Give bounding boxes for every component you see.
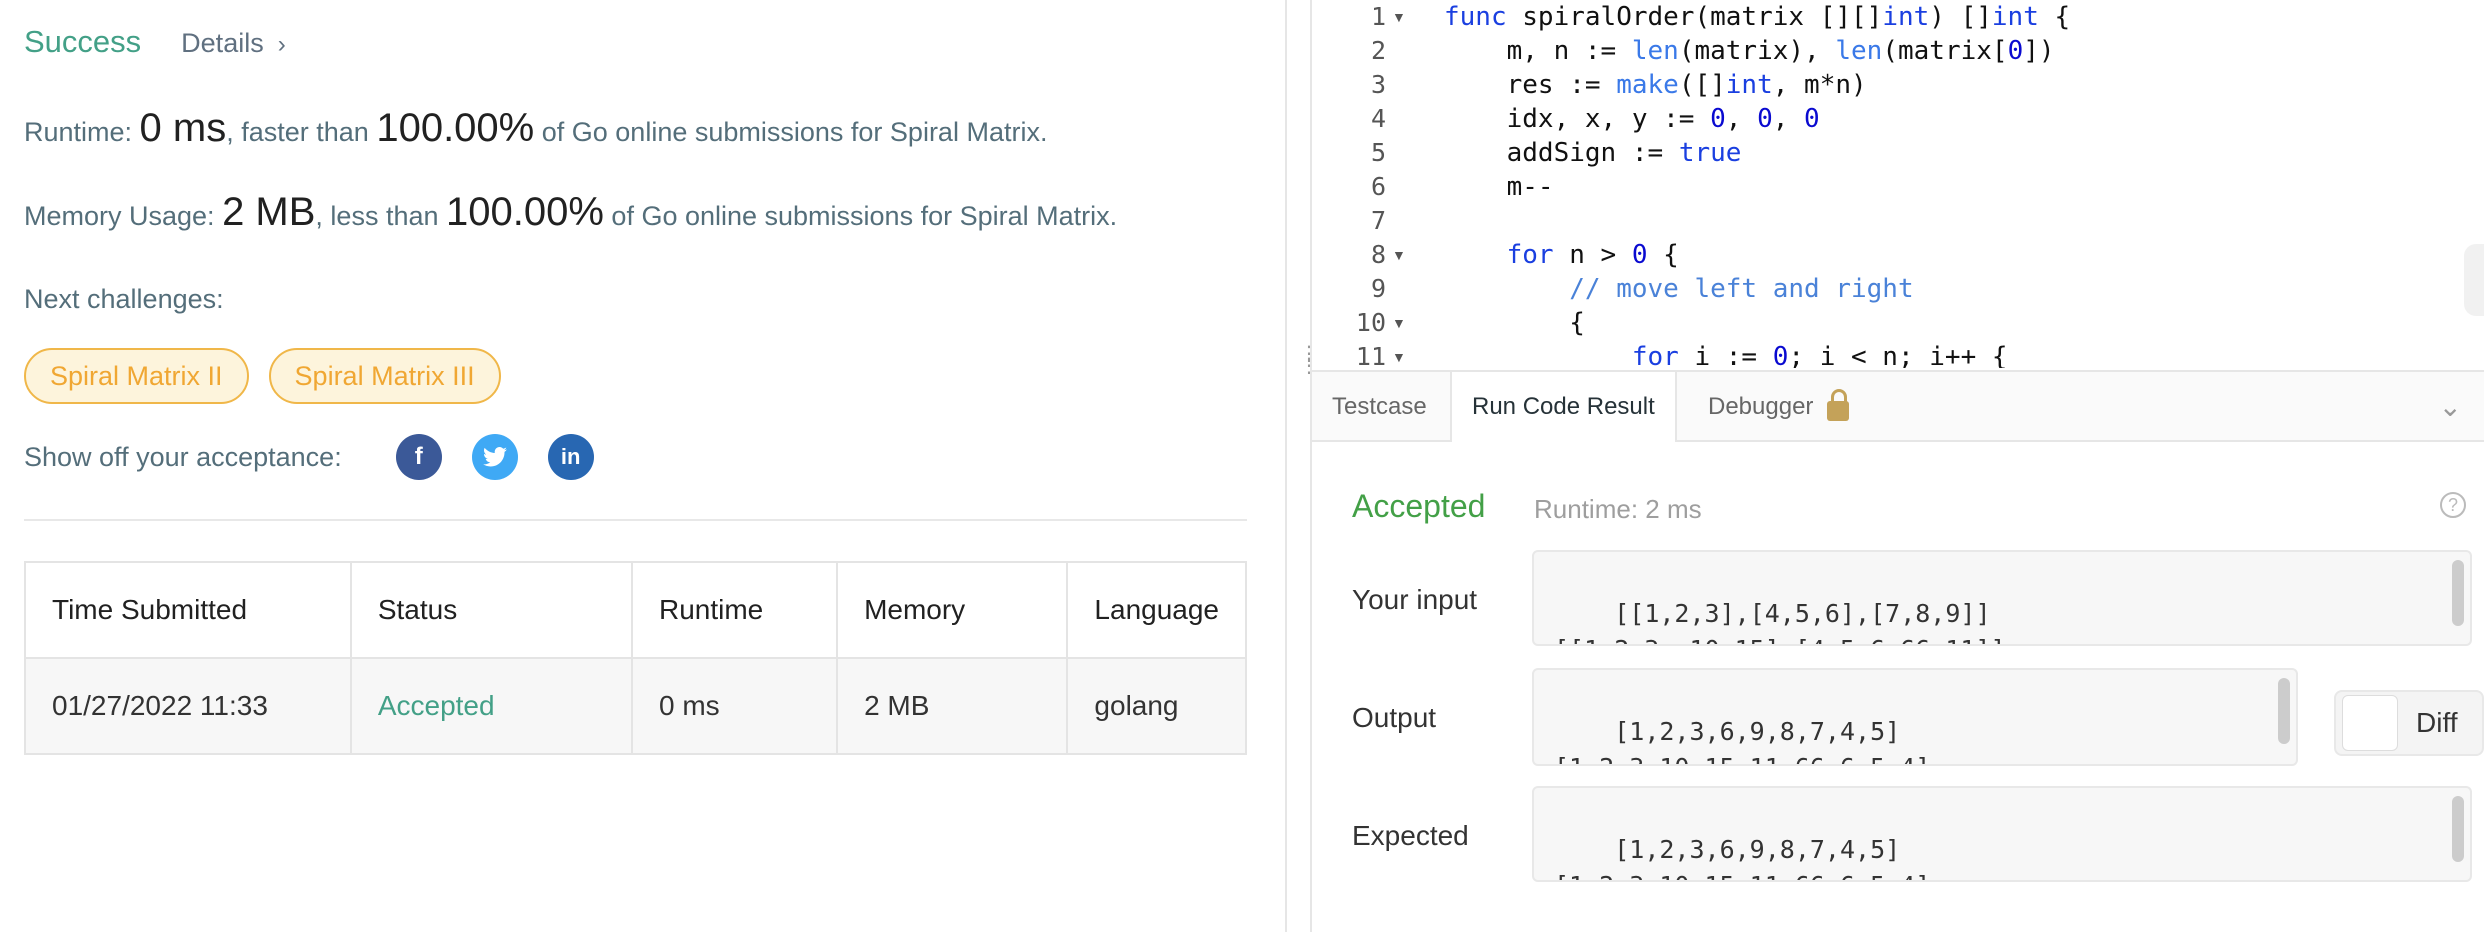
code-line: for n > 0 { [1506,240,1679,270]
line-number: 7 [1370,206,1386,235]
linkedin-icon[interactable]: in [547,434,594,480]
line-number: 6 [1370,172,1386,201]
memory-mid: , less than [315,201,446,231]
expected-text: [1,2,3,6,9,8,7,4,5] [1,2,3,10,15,11,66,6… [1554,835,1930,880]
tab-debugger[interactable]: Debugger [1688,372,1869,442]
facebook-icon[interactable]: f [395,434,442,480]
memory-value: 2 MB [222,190,316,234]
details-label: Details [181,28,264,58]
column-header-runtime: Runtime [630,561,839,659]
runtime-stat: Runtime: 0 ms, faster than 100.00% of Go… [24,106,1047,151]
lock-icon [1827,389,1850,421]
diff-toggle[interactable]: Diff [2334,690,2484,756]
share-label: Show off your acceptance: [24,441,342,472]
run-result-runtime: Runtime: 2 ms [1534,494,1702,524]
tab-run-code-result[interactable]: Run Code Result [1450,372,1677,442]
table-header-row: Time Submitted Status Runtime Memory Lan… [24,561,1247,659]
runtime-value: 0 ms [139,106,227,150]
cell-time: 01/27/2022 11:33 [24,657,352,755]
chevron-right-icon: › [277,31,286,58]
run-result-status: Accepted [1352,488,1486,524]
column-header-language: Language [1066,561,1247,659]
submissions-table: Time Submitted Status Runtime Memory Lan… [24,561,1247,755]
code-line: idx, x, y := 0, 0, 0 [1444,104,1820,134]
scrollbar[interactable] [2278,678,2290,744]
code-line: for i := 0; i < n; i++ { [1631,342,2008,368]
fold-arrow-icon[interactable]: ▼ [1392,340,1406,368]
memory-label: Memory Usage: [24,201,223,231]
your-input-label: Your input [1352,584,1478,615]
line-number: 10 [1355,308,1386,337]
result-status: Success [24,24,142,59]
tab-testcase[interactable]: Testcase [1312,372,1447,442]
code-line: m-- [1444,172,1554,202]
details-link[interactable]: Details › [181,28,286,59]
fold-arrow-icon[interactable]: ▼ [1392,0,1406,34]
memory-percentile: 100.00% [446,190,604,234]
memory-tail: of Go online submissions for Spiral Matr… [603,201,1118,231]
code-line: func spiralOrder(matrix [][]int) []int { [1444,2,2071,32]
expected-box[interactable]: [1,2,3,6,9,8,7,4,5] [1,2,3,10,15,11,66,6… [1532,786,2472,882]
share-row: Show off your acceptance: f in [24,434,624,480]
next-challenges-label: Next challenges: [24,284,224,314]
runtime-label: Runtime: [24,117,140,147]
expected-label: Expected [1352,820,1469,851]
diff-toggle-knob [2342,695,2398,751]
line-number: 2 [1370,36,1386,65]
code-line: addSign := true [1444,138,1742,168]
fold-arrow-icon[interactable]: ▼ [1392,238,1406,272]
memory-stat: Memory Usage: 2 MB, less than 100.00% of… [24,190,1117,235]
code-line: { [1444,308,1585,338]
help-icon[interactable]: ? [2440,492,2466,518]
scrollbar[interactable] [2452,796,2464,862]
runtime-mid: , faster than [226,117,377,147]
code-editor[interactable]: 1 2 3 4 5 6 7 8 9 10 11 ▼ ▼ ▼ ▼ func spi… [1312,0,2484,368]
cell-status-link[interactable]: Accepted [349,657,633,755]
line-number: 9 [1370,274,1386,303]
output-box[interactable]: [1,2,3,6,9,8,7,4,5] [1,2,3,10,15,11,66,6… [1532,668,2298,766]
output-label: Output [1352,702,1437,733]
fold-arrow-icon[interactable]: ▼ [1392,306,1406,340]
diff-label: Diff [2416,707,2458,738]
your-input-box[interactable]: [[1,2,3],[4,5,6],[7,8,9]] [[1,2,3, 10,15… [1532,550,2472,646]
code-line: res := make([]int, m*n) [1444,70,1867,100]
line-number: 8 [1370,240,1386,269]
next-challenges-list: Spiral Matrix II Spiral Matrix III [24,348,501,404]
twitter-icon[interactable] [471,434,518,480]
chevron-down-icon[interactable]: ⌄ [2439,390,2462,423]
line-number: 3 [1370,70,1386,99]
runtime-percentile: 100.00% [376,106,535,150]
divider [24,519,1247,521]
result-header: Success Details › [24,24,286,60]
submission-result-panel: Success Details › Runtime: 0 ms, faster t… [0,0,1287,932]
code-line: // move left and right [1569,274,1914,304]
line-number: 5 [1370,138,1386,167]
tab-debugger-label: Debugger [1708,393,1814,420]
table-row: 01/27/2022 11:33 Accepted 0 ms 2 MB gola… [24,657,1247,755]
scrollbar[interactable] [2452,560,2464,626]
runtime-tail: of Go online submissions for Spiral Matr… [534,117,1048,147]
challenge-chip-spiral-matrix-ii[interactable]: Spiral Matrix II [24,348,249,404]
editor-gutter: 1 2 3 4 5 6 7 8 9 10 11 ▼ ▼ ▼ ▼ [1312,0,1412,368]
editor-side-tab[interactable] [2464,244,2484,316]
editor-console-panel: 1 2 3 4 5 6 7 8 9 10 11 ▼ ▼ ▼ ▼ func spi… [1310,0,2484,932]
your-input-text: [[1,2,3],[4,5,6],[7,8,9]] [[1,2,3, 10,15… [1554,599,2006,644]
cell-runtime: 0 ms [630,657,839,755]
column-header-time: Time Submitted [24,561,352,659]
twitter-bird-glyph [482,447,507,467]
cell-language: golang [1066,657,1247,755]
code-line: m, n := len(matrix), len(matrix[0]) [1444,36,2055,66]
line-number: 11 [1355,342,1386,368]
column-header-status: Status [349,561,633,659]
challenge-chip-spiral-matrix-iii[interactable]: Spiral Matrix III [268,348,501,404]
output-text: [1,2,3,6,9,8,7,4,5] [1,2,3,10,15,11,66,6… [1554,717,1930,764]
cell-memory: 2 MB [836,657,1069,755]
line-number: 1 [1370,2,1386,31]
console-tabs: Testcase Run Code Result Debugger ⌄ [1312,370,2484,442]
line-number: 4 [1370,104,1386,133]
column-header-memory: Memory [836,561,1069,659]
